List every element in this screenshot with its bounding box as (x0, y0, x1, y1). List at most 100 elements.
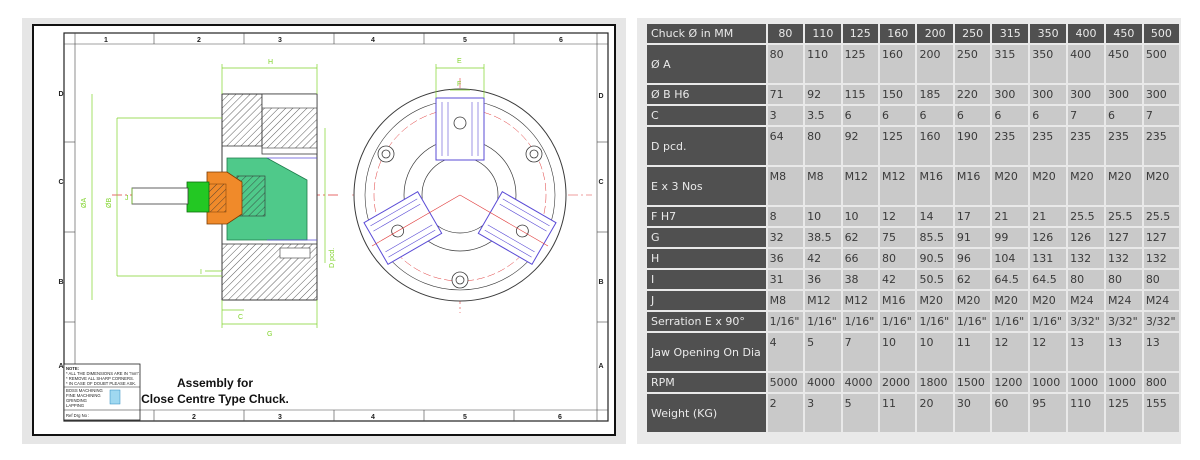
table-cell: 1/16" (805, 312, 841, 331)
table-cell: 110 (1068, 394, 1104, 432)
table-cell: 99 (992, 228, 1029, 247)
zone-row-A-left: A (58, 363, 63, 370)
header-size-500: 500 (1143, 24, 1179, 43)
table-cell: 13 (1105, 333, 1142, 371)
table-cell: 200 (917, 45, 953, 83)
table-cell: 400 (1068, 45, 1104, 83)
table-cell: 90.5 (917, 249, 953, 268)
table-cell: 21 (992, 207, 1029, 226)
table-cell: 4000 (842, 373, 879, 392)
table-cell: 25.5 (1068, 207, 1104, 226)
company-line-4: LAPPING (66, 403, 84, 408)
table-cell: 4 (767, 333, 804, 371)
table-cell: 95 (1030, 394, 1067, 432)
table-cell: 115 (842, 85, 879, 104)
table-cell: 36 (767, 249, 804, 268)
table-cell: M20 (992, 167, 1029, 205)
table-cell: 1/16" (1030, 312, 1067, 331)
table-cell: 91 (954, 228, 991, 247)
row-label: Ø B H6 (647, 85, 766, 104)
header-size-200: 200 (917, 24, 953, 43)
zone-col-3-top: 3 (278, 37, 282, 44)
assembly-drawing: 1 2 3 4 5 6 1 2 3 4 5 6 D C B A D C B A (32, 24, 616, 436)
dim-label-H: H (268, 59, 273, 66)
zone-row-D-left: D (58, 91, 63, 98)
row-label: C (647, 106, 766, 125)
table-cell: 126 (1030, 228, 1067, 247)
table-cell: M20 (992, 291, 1029, 310)
header-size-250: 250 (954, 24, 991, 43)
header-label: Chuck Ø in MM (647, 24, 766, 43)
table-cell: 126 (1068, 228, 1104, 247)
table-cell: M12 (842, 167, 879, 205)
table-cell: 21 (1030, 207, 1067, 226)
table-cell: 80 (1105, 270, 1142, 289)
table-cell: 3.5 (805, 106, 841, 125)
table-cell: 2 (767, 394, 804, 432)
zone-col-6-top: 6 (559, 37, 563, 44)
header-size-80: 80 (767, 24, 804, 43)
table-cell: M16 (917, 167, 953, 205)
dim-label-G: G (267, 331, 272, 338)
zone-col-5-bottom: 5 (463, 414, 467, 421)
table-cell: M8 (805, 167, 841, 205)
table-cell: M20 (1030, 167, 1067, 205)
header-size-110: 110 (805, 24, 841, 43)
table-cell: 132 (1105, 249, 1142, 268)
table-cell: 92 (805, 85, 841, 104)
row-label: H (647, 249, 766, 268)
table-cell: 64 (767, 127, 804, 165)
table-cell: 4000 (805, 373, 841, 392)
table-cell: 12 (992, 333, 1029, 371)
table-row: I 31 36 38 42 50.5 62 64.5 64.5 80 80 80 (647, 270, 1179, 289)
table-cell: 10 (805, 207, 841, 226)
table-cell: 50.5 (917, 270, 953, 289)
table-cell: 6 (1030, 106, 1067, 125)
table-cell: M12 (842, 291, 879, 310)
table-cell: 92 (842, 127, 879, 165)
drawing-panel: 1 2 3 4 5 6 1 2 3 4 5 6 D C B A D C B A (22, 18, 626, 444)
table-cell: 7 (1143, 106, 1179, 125)
table-cell: 12 (880, 207, 916, 226)
table-row: D pcd. 64 80 92 125 160 190 235 235 235 235 235 (647, 127, 1179, 165)
drawing-title-line-2: Close Centre Type Chuck. (141, 392, 289, 406)
row-label: Serration E x 90° (647, 312, 766, 331)
table-header-row: Chuck Ø in MM 80 110 125 160 200 250 315 350 400 4… (647, 24, 1179, 43)
table-cell: 60 (992, 394, 1029, 432)
table-cell: 800 (1143, 373, 1179, 392)
table-cell: 38 (842, 270, 879, 289)
table-cell: 1800 (917, 373, 953, 392)
row-label: Weight (KG) (647, 394, 766, 432)
table-cell: 1000 (1068, 373, 1104, 392)
table-row: Ø B H6 71 92 115 150 185 220 300 300 300 300 300 (647, 85, 1179, 104)
table-cell: 20 (917, 394, 953, 432)
table-cell: 1/16" (992, 312, 1029, 331)
table-cell: M8 (767, 291, 804, 310)
header-size-315: 315 (992, 24, 1029, 43)
table-cell: 62 (954, 270, 991, 289)
table-cell: M16 (880, 291, 916, 310)
table-cell: 1200 (992, 373, 1029, 392)
table-cell: 1/16" (842, 312, 879, 331)
dim-label-B: ØB (106, 198, 113, 208)
table-cell: M12 (805, 291, 841, 310)
table-cell: 42 (880, 270, 916, 289)
table-cell: 80 (1068, 270, 1104, 289)
table-cell: 150 (880, 85, 916, 104)
table-cell: 132 (1068, 249, 1104, 268)
row-label: I (647, 270, 766, 289)
table-cell: 12 (1030, 333, 1067, 371)
table-cell: 235 (992, 127, 1029, 165)
zone-col-1-top: 1 (104, 37, 108, 44)
table-cell: 500 (1143, 45, 1179, 83)
table-cell: 32 (767, 228, 804, 247)
table-cell: 235 (1143, 127, 1179, 165)
table-cell: 10 (880, 333, 916, 371)
table-cell: 6 (842, 106, 879, 125)
table-cell: 127 (1143, 228, 1179, 247)
table-cell: M20 (1068, 167, 1104, 205)
table-cell: 1/16" (767, 312, 804, 331)
row-label: Jaw Opening On Dia (647, 333, 766, 371)
zone-row-C-right: C (598, 179, 603, 186)
table-body: Ø A 80 110 125 160 200 250 315 350 400 450 500 Ø B … (647, 45, 1179, 432)
